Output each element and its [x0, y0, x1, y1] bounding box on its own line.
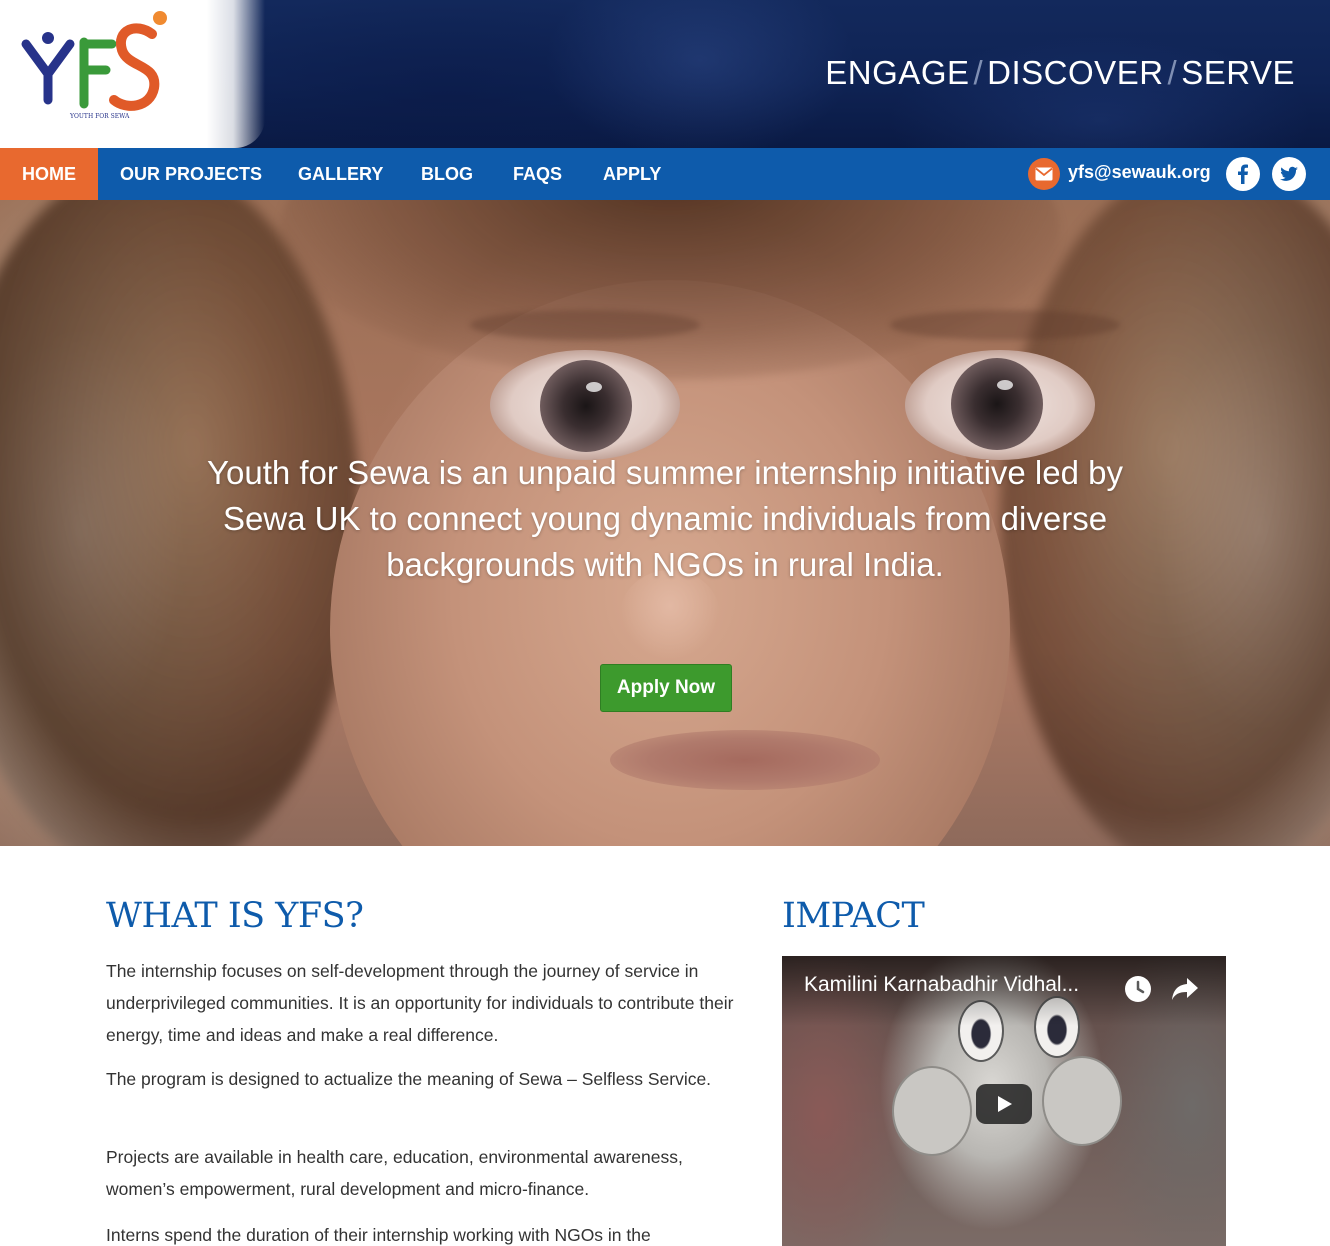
watch-later-icon[interactable]	[1124, 975, 1152, 1003]
hero-image-brow-left	[470, 310, 700, 340]
tagline-engage: ENGAGE	[825, 54, 970, 91]
site-header: YOUTH FOR SEWA ENGAGE / DISCOVER / SERVE	[0, 0, 1330, 148]
hero-image-hair-top	[280, 200, 1060, 380]
tagline-discover: DISCOVER	[987, 54, 1164, 91]
nav-item-our-projects[interactable]: OUR PROJECTS	[120, 148, 262, 200]
share-icon[interactable]	[1170, 976, 1200, 1002]
hero-image-eye-right	[905, 350, 1095, 460]
envelope-icon[interactable]	[1028, 158, 1060, 190]
what-is-paragraph-1: The internship focuses on self-developme…	[106, 961, 734, 1045]
logo-subtext: YOUTH FOR SEWA	[69, 113, 130, 120]
tagline-serve: SERVE	[1181, 54, 1295, 91]
video-thumb-mascot-ear-right	[1042, 1056, 1122, 1146]
facebook-icon[interactable]	[1226, 157, 1260, 191]
hero-banner: Youth for Sewa is an unpaid summer inter…	[0, 200, 1330, 846]
hero-image-mouth	[610, 730, 880, 790]
header-tagline: ENGAGE / DISCOVER / SERVE	[825, 54, 1295, 96]
tagline-separator: /	[1167, 54, 1178, 91]
what-is-yfs-heading: WHAT IS YFS?	[106, 896, 364, 936]
impact-heading: IMPACT	[782, 896, 925, 936]
hero-image-brow-right	[890, 310, 1120, 340]
nav-item-apply[interactable]: APPLY	[603, 148, 661, 200]
twitter-icon[interactable]	[1272, 157, 1306, 191]
hero-text: Youth for Sewa is an unpaid summer inter…	[207, 454, 1123, 583]
video-thumb-mascot-ear-left	[892, 1066, 972, 1156]
logo-area: YOUTH FOR SEWA	[0, 0, 265, 148]
what-is-paragraph-3: Projects are available in health care, e…	[106, 1147, 683, 1199]
apply-now-button[interactable]: Apply Now	[600, 664, 732, 712]
email-link[interactable]: yfs@sewauk.org	[1068, 148, 1211, 196]
nav-item-home[interactable]: HOME	[0, 148, 98, 200]
yfs-logo[interactable]: YOUTH FOR SEWA	[18, 8, 178, 124]
what-is-paragraph-2: The program is designed to actualize the…	[106, 1069, 712, 1089]
nav-item-blog[interactable]: BLOG	[421, 148, 473, 200]
nav-item-faqs[interactable]: FAQS	[513, 148, 562, 200]
hero-image-eye-left	[490, 350, 680, 460]
tagline-separator: /	[973, 54, 984, 91]
nav-item-gallery[interactable]: GALLERY	[298, 148, 383, 200]
play-icon[interactable]	[976, 1084, 1032, 1124]
what-is-paragraph-4: Interns spend the duration of their inte…	[106, 1225, 651, 1245]
video-title[interactable]: Kamilini Karnabadhir Vidhal...	[804, 970, 1124, 1000]
impact-video[interactable]: Kamilini Karnabadhir Vidhal...	[782, 956, 1226, 1246]
